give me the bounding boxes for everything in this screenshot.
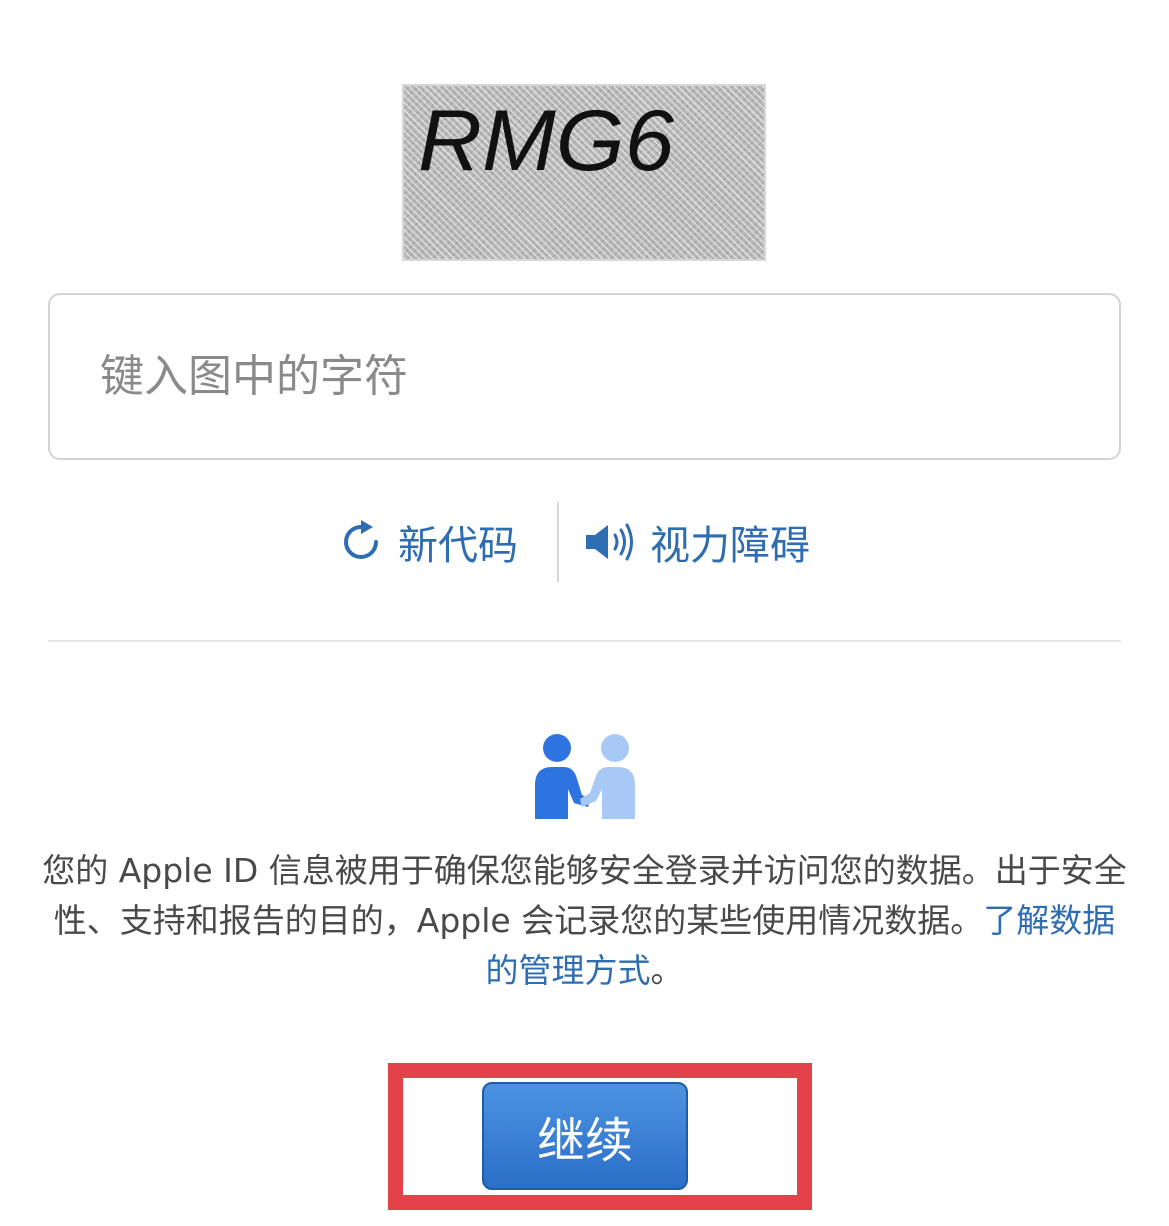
- new-code-link[interactable]: 新代码: [340, 502, 518, 582]
- speaker-icon: [584, 522, 636, 562]
- new-code-label: 新代码: [398, 523, 518, 569]
- privacy-notice: 您的 Apple ID 信息被用于确保您能够安全登录并访问您的数据。出于安全性、…: [40, 846, 1129, 996]
- accessibility-label: 视力障碍: [650, 523, 810, 569]
- captcha-image: RMG6: [402, 84, 766, 261]
- handshake-people-icon: [530, 733, 640, 819]
- captcha-actions: 新代码 视力障碍: [0, 502, 1169, 582]
- refresh-icon: [340, 518, 384, 566]
- privacy-end: 。: [650, 951, 684, 990]
- continue-button[interactable]: 继续: [482, 1082, 688, 1190]
- captcha-input[interactable]: [48, 293, 1121, 460]
- section-divider: [48, 640, 1121, 642]
- accessibility-link[interactable]: 视力障碍: [584, 502, 810, 582]
- privacy-body: 您的 Apple ID 信息被用于确保您能够安全登录并访问您的数据。出于安全性、…: [42, 851, 1127, 940]
- captcha-text: RMG6: [418, 93, 674, 189]
- links-divider: [557, 502, 559, 582]
